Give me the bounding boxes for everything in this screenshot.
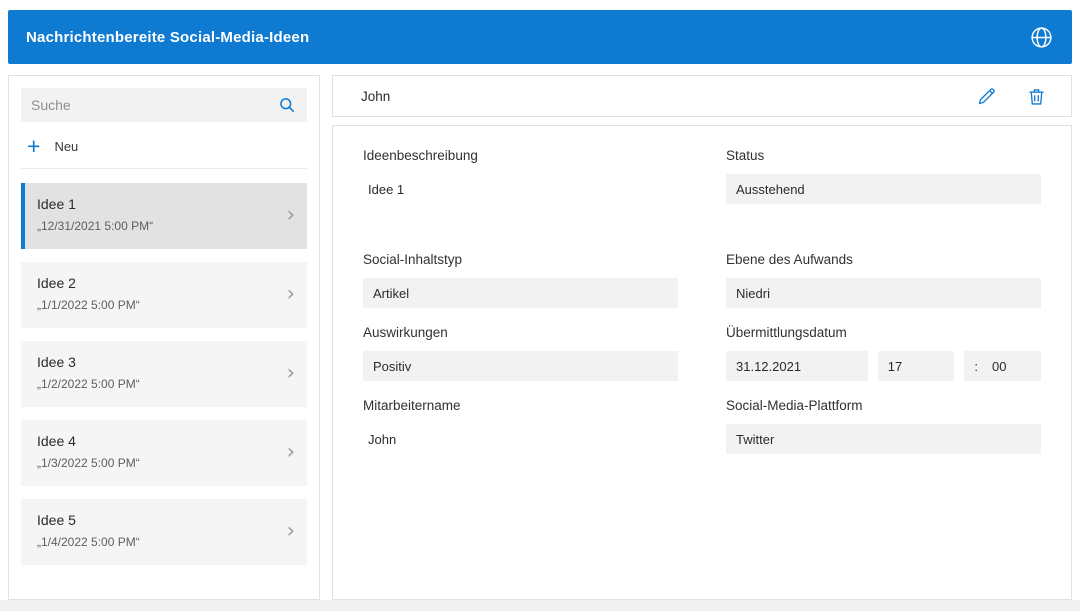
field-mitarbeitername: Mitarbeitername John [363,398,678,454]
list-item[interactable]: Idee 1 „12/31/2021 5:00 PM“ › [21,183,307,249]
field-ebene-des-aufwands: Ebene des Aufwands Niedri [726,252,1041,308]
field-label: Ideenbeschreibung [363,148,478,163]
field-label: Social-Inhaltstyp [363,252,463,267]
field-social-media-plattform: Social-Media-Plattform Twitter [726,398,1041,454]
bottom-strip [0,600,1080,611]
list-item-subtitle: „1/3/2022 5:00 PM“ [37,456,140,470]
list-item-title: Idee 3 [37,354,76,370]
search-box [21,88,307,122]
field-label: Social-Media-Plattform [726,398,863,413]
date-value: 31.12.2021 [726,351,868,381]
field-value: John [368,431,397,447]
plus-icon: + [27,133,41,159]
field-label: Ebene des Aufwands [726,252,853,267]
field-value: Ausstehend [726,174,1041,204]
fields-grid: Ideenbeschreibung Idee 1 Status Ausstehe… [363,148,1041,471]
chevron-right-icon: › [286,281,295,306]
chevron-right-icon: › [286,202,295,227]
search-icon[interactable] [277,95,297,115]
field-value: Artikel [363,278,678,308]
field-social-inhaltstyp: Social-Inhaltstyp Artikel [363,252,678,308]
field-ideenbeschreibung: Ideenbeschreibung Idee 1 [363,148,678,204]
minute-value: : 00 [964,351,1041,381]
content-area: + Neu Idee 1 „12/31/2021 5:00 PM“ › Idee… [8,75,1072,600]
field-value: Twitter [726,424,1041,454]
list-item-subtitle: „1/4/2022 5:00 PM“ [37,535,140,549]
sidebar: + Neu Idee 1 „12/31/2021 5:00 PM“ › Idee… [8,75,320,600]
field-label: Mitarbeitername [363,398,461,413]
new-record-label: Neu [54,138,79,154]
hour-value: 17 [877,351,955,381]
time-separator: : [974,358,978,374]
field-value: Niedri [726,278,1041,308]
list-item[interactable]: Idee 4 „1/3/2022 5:00 PM“ › [21,420,307,486]
record-card: Ideenbeschreibung Idee 1 Status Ausstehe… [332,125,1072,600]
chevron-right-icon: › [286,360,295,385]
record-title: John [361,88,391,104]
field-label: Übermittlungsdatum [726,325,847,340]
list-item-title: Idee 5 [37,512,76,528]
list-item-title: Idee 2 [37,275,76,291]
chevron-right-icon: › [286,439,295,464]
trash-icon[interactable] [1025,85,1047,107]
field-status: Status Ausstehend [726,148,1041,204]
record-list: Idee 1 „12/31/2021 5:00 PM“ › Idee 2 „1/… [21,183,307,565]
globe-icon[interactable] [1028,24,1054,50]
field-label: Auswirkungen [363,325,448,340]
list-item[interactable]: Idee 3 „1/2/2022 5:00 PM“ › [21,341,307,407]
list-item-title: Idee 4 [37,433,76,449]
field-uebermittlungsdatum: Übermittlungsdatum 31.12.2021 17 : 00 [726,325,1041,381]
app-header: Nachrichtenbereite Social-Media-Ideen [8,10,1072,64]
list-item-title: Idee 1 [37,196,76,212]
new-record-button[interactable]: + Neu [21,126,307,169]
chevron-right-icon: › [286,518,295,543]
datetime-row: 31.12.2021 17 : 00 [726,351,1041,381]
field-value: Positiv [363,351,678,381]
field-label: Status [726,148,765,163]
search-input[interactable] [21,88,307,122]
pencil-icon[interactable] [975,85,997,107]
app-page: Nachrichtenbereite Social-Media-Ideen Su… [0,0,1080,611]
list-item-subtitle: „1/1/2022 5:00 PM“ [37,298,140,312]
list-item[interactable]: Idee 5 „1/4/2022 5:00 PM“ › [21,499,307,565]
app-title: Nachrichtenbereite Social-Media-Ideen [26,28,310,46]
list-item-subtitle: „1/2/2022 5:00 PM“ [37,377,140,391]
detail-panel: John Ideenbeschreibung Idee 1 Status Aus… [332,75,1072,600]
field-auswirkungen: Auswirkungen Positiv [363,325,678,381]
record-header: John [332,75,1072,117]
list-item[interactable]: Idee 2 „1/1/2022 5:00 PM“ › [21,262,307,328]
minute-text: 00 [992,358,1007,374]
field-value: Idee 1 [368,181,405,197]
list-item-subtitle: „12/31/2021 5:00 PM“ [37,219,154,233]
